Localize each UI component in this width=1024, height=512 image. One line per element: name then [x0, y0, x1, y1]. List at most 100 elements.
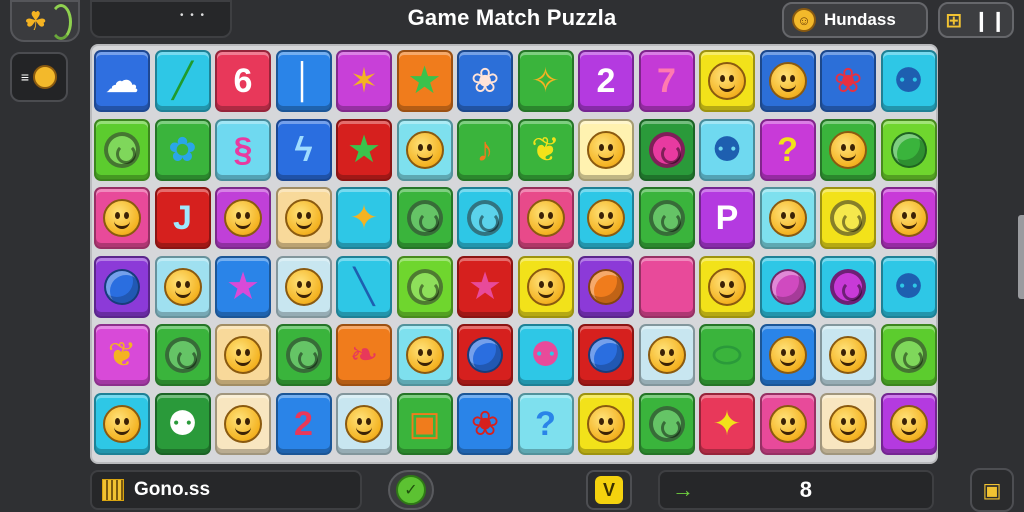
- tile-r4-c13[interactable]: [880, 324, 937, 386]
- tile-r5-c1[interactable]: ⚉: [154, 392, 211, 455]
- tile-r5-c9[interactable]: [638, 392, 695, 455]
- tile-r0-c5[interactable]: ★: [396, 50, 453, 112]
- tile-r1-c5[interactable]: [396, 118, 453, 181]
- score-pill[interactable]: ☺ Hundass: [782, 2, 928, 38]
- tile-r3-c8[interactable]: [578, 255, 634, 318]
- tile-r1-c9[interactable]: [638, 118, 695, 181]
- tile-r3-c13[interactable]: ⚉: [880, 255, 937, 318]
- tile-r5-c2[interactable]: [215, 392, 271, 455]
- green-action-button[interactable]: ✓: [388, 470, 434, 510]
- tile-r4-c12[interactable]: [820, 324, 876, 386]
- tile-r0-c3[interactable]: │: [275, 50, 332, 112]
- tile-r1-c4[interactable]: ★: [336, 118, 392, 181]
- tile-r3-c1[interactable]: [154, 255, 211, 318]
- pause-icon[interactable]: ❙❙: [973, 8, 1007, 33]
- tile-r2-c13[interactable]: [880, 187, 937, 249]
- tile-r5-c4[interactable]: [336, 392, 392, 455]
- tile-r2-c2[interactable]: [215, 187, 271, 249]
- tile-r0-c10[interactable]: [699, 50, 755, 112]
- tile-r3-c12[interactable]: [820, 255, 876, 318]
- tile-r0-c0[interactable]: ☁: [94, 50, 150, 112]
- tile-r0-c13[interactable]: ⚉: [880, 50, 937, 112]
- tile-r1-c3[interactable]: ϟ: [275, 118, 332, 181]
- tile-r5-c6[interactable]: ❀: [457, 392, 513, 455]
- tile-r3-c5[interactable]: [396, 255, 453, 318]
- symbol-icon: ╱: [172, 62, 193, 100]
- tile-r3-c9[interactable]: ★: [638, 255, 695, 318]
- tile-r2-c4[interactable]: ✦: [336, 187, 392, 249]
- tile-r5-c7[interactable]: ?: [517, 392, 574, 455]
- tile-r5-c8[interactable]: [578, 392, 634, 455]
- tile-r2-c10[interactable]: P: [699, 187, 755, 249]
- tile-r4-c2[interactable]: [215, 324, 271, 386]
- tile-r1-c13[interactable]: [880, 118, 937, 181]
- tile-r2-c5[interactable]: [396, 187, 453, 249]
- tile-r2-c7[interactable]: [517, 187, 574, 249]
- side-hint-button[interactable]: ≡: [10, 52, 68, 102]
- bottom-left-panel[interactable]: Gono.ss: [90, 470, 362, 510]
- tile-r3-c2[interactable]: ★: [215, 255, 271, 318]
- tile-r1-c0[interactable]: [94, 118, 150, 181]
- tile-r0-c9[interactable]: 7: [638, 50, 695, 112]
- tile-r2-c0[interactable]: [94, 187, 150, 249]
- tile-r4-c11[interactable]: [759, 324, 816, 386]
- tile-r0-c7[interactable]: ✧: [517, 50, 574, 112]
- tile-r0-c6[interactable]: ❀: [457, 50, 513, 112]
- tile-r0-c2[interactable]: 6: [215, 50, 271, 112]
- tile-r4-c9[interactable]: [638, 324, 695, 386]
- tile-r4-c6[interactable]: [457, 324, 513, 386]
- tile-r1-c2[interactable]: §: [215, 118, 271, 181]
- yellow-action-button[interactable]: V: [586, 470, 632, 510]
- tile-r2-c11[interactable]: [759, 187, 816, 249]
- tile-r2-c3[interactable]: [275, 187, 332, 249]
- tile-r4-c8[interactable]: [578, 324, 634, 386]
- tile-r3-c10[interactable]: [699, 255, 755, 318]
- tile-r3-c3[interactable]: [275, 255, 332, 318]
- tile-r0-c12[interactable]: ❀: [820, 50, 876, 112]
- tile-r3-c4[interactable]: ╲: [336, 255, 392, 318]
- tile-r1-c6[interactable]: ♪: [457, 118, 513, 181]
- tile-r3-c7[interactable]: [517, 255, 574, 318]
- tile-r5-c3[interactable]: 2: [275, 392, 332, 455]
- tile-r1-c7[interactable]: ❦: [517, 118, 574, 181]
- tile-r0-c11[interactable]: [759, 50, 816, 112]
- tile-r3-c11[interactable]: [759, 255, 816, 318]
- smiley-face-icon: [587, 130, 625, 169]
- tile-r0-c1[interactable]: ╱: [154, 50, 211, 112]
- tile-r3-c0[interactable]: [94, 255, 150, 318]
- tile-r2-c8[interactable]: [578, 187, 634, 249]
- arrow-icon[interactable]: →: [672, 477, 694, 503]
- tile-r2-c12[interactable]: [820, 187, 876, 249]
- tile-r5-c5[interactable]: ▣: [396, 392, 453, 455]
- tile-r1-c11[interactable]: ?: [759, 118, 816, 181]
- tile-r3-c6[interactable]: ★: [457, 255, 513, 318]
- grid-icon[interactable]: ⊞: [945, 8, 962, 33]
- tile-r4-c4[interactable]: ❧: [336, 324, 392, 386]
- tile-r1-c12[interactable]: [820, 118, 876, 181]
- tile-r4-c10[interactable]: ⬭: [699, 324, 755, 386]
- tile-r4-c3[interactable]: [275, 324, 332, 386]
- tile-r0-c4[interactable]: ✶: [336, 50, 392, 112]
- corner-button[interactable]: ▣: [970, 468, 1014, 512]
- tile-r4-c7[interactable]: ⚉: [517, 324, 574, 386]
- moves-count: 8: [799, 477, 812, 502]
- tile-r2-c6[interactable]: [457, 187, 513, 249]
- tile-r1-c10[interactable]: ⚉: [699, 118, 755, 181]
- tile-r5-c0[interactable]: [94, 392, 150, 455]
- tile-r2-c9[interactable]: [638, 187, 695, 249]
- tile-r5-c12[interactable]: [820, 392, 876, 455]
- tile-r4-c1[interactable]: [154, 324, 211, 386]
- tile-r1-c8[interactable]: [578, 118, 634, 181]
- score-label: Hundass: [824, 10, 896, 29]
- tile-r1-c1[interactable]: ✿: [154, 118, 211, 181]
- tile-r5-c13[interactable]: [880, 392, 937, 455]
- tile-r0-c8[interactable]: 2: [578, 50, 634, 112]
- symbol-icon: ❀: [833, 62, 863, 100]
- tile-r4-c0[interactable]: ❦: [94, 324, 150, 386]
- tile-r4-c5[interactable]: [396, 324, 453, 386]
- cloud-icon: ☁: [105, 62, 139, 100]
- tile-r2-c1[interactable]: J: [154, 187, 211, 249]
- tile-r5-c11[interactable]: [759, 392, 816, 455]
- tile-r5-c10[interactable]: ✦: [699, 392, 755, 455]
- edge-scrollbar[interactable]: [1018, 215, 1024, 299]
